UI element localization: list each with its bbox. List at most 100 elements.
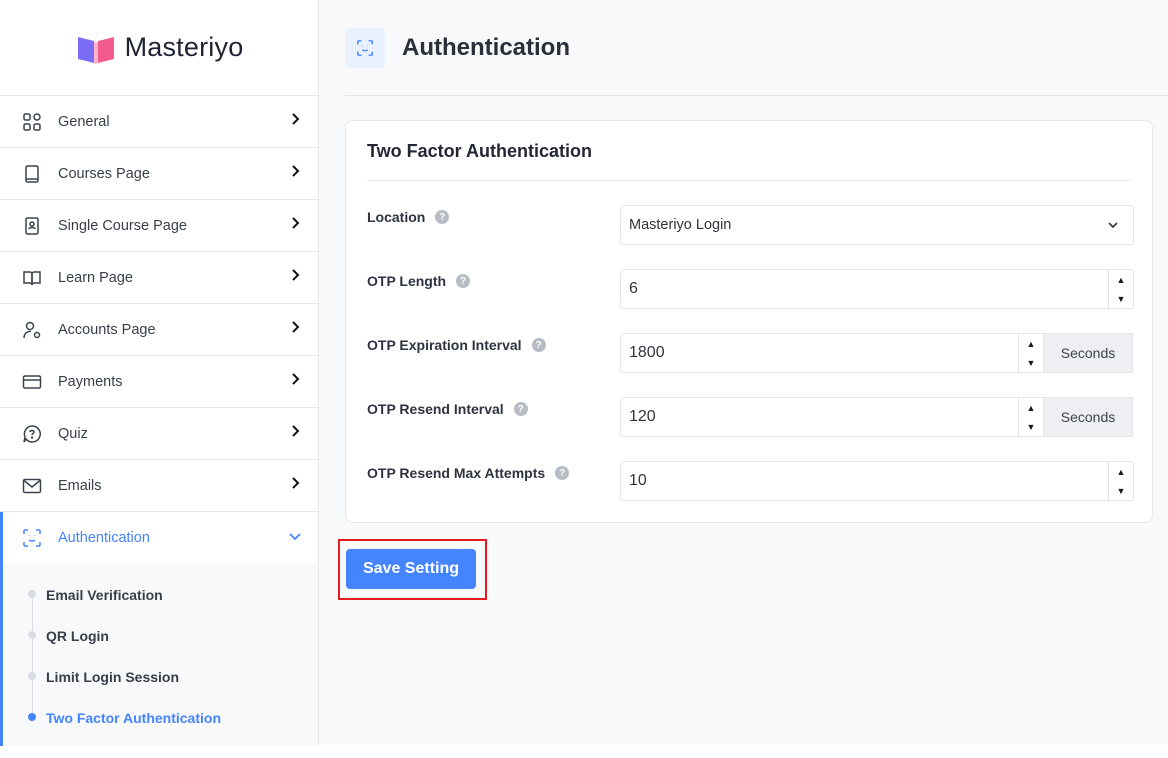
- book-icon: [22, 164, 42, 184]
- number-stepper: ▲ ▼: [1018, 334, 1043, 372]
- bullet-dot-icon: [28, 590, 36, 598]
- sidebar-item-label: Emails: [58, 477, 102, 494]
- chevron-right-icon: [288, 424, 302, 443]
- decrement-arrow-icon[interactable]: ▼: [1109, 289, 1133, 308]
- sidebar-item-learn-page[interactable]: Learn Page: [0, 252, 318, 304]
- sidebar-item-label: Authentication: [58, 530, 150, 546]
- question-chat-icon: [22, 424, 42, 444]
- otp-max-attempts-input[interactable]: 10 ▲ ▼: [620, 461, 1134, 501]
- otp-resend-input[interactable]: 120 ▲ ▼: [620, 397, 1044, 437]
- increment-arrow-icon[interactable]: ▲: [1109, 462, 1133, 481]
- location-select-value: Masteriyo Login: [629, 217, 732, 233]
- otp-length-input[interactable]: 6 ▲ ▼: [620, 269, 1134, 309]
- sidebar-item-accounts-page[interactable]: Accounts Page: [0, 304, 318, 356]
- masteriyo-logo-icon: [77, 36, 114, 64]
- location-select[interactable]: Masteriyo Login: [620, 205, 1134, 245]
- sidebar-item-label: Quiz: [58, 425, 88, 442]
- help-icon[interactable]: ?: [456, 274, 471, 288]
- grid-icon: [22, 112, 42, 132]
- otp-expiration-label: OTP Expiration Interval: [367, 337, 522, 353]
- otp-length-label: OTP Length: [367, 273, 447, 289]
- sidebar-item-authentication[interactable]: Authentication: [0, 512, 318, 564]
- sidebar-item-label: General: [58, 113, 110, 130]
- field-label: Location ?: [367, 209, 450, 225]
- face-scan-icon: [345, 27, 385, 68]
- bullet-dot-icon: [28, 713, 36, 721]
- decrement-arrow-icon[interactable]: ▼: [1019, 353, 1043, 372]
- help-icon[interactable]: ?: [555, 466, 570, 480]
- sidebar-item-courses-page[interactable]: Courses Page: [0, 148, 318, 200]
- otp-max-attempts-label: OTP Resend Max Attempts: [367, 465, 546, 481]
- increment-arrow-icon[interactable]: ▲: [1019, 398, 1043, 417]
- sidebar-item-general[interactable]: General: [0, 96, 318, 148]
- save-setting-button[interactable]: Save Setting: [346, 549, 476, 589]
- submenu-item-email-verification[interactable]: Email Verification: [3, 574, 318, 615]
- chevron-right-icon: [288, 320, 302, 339]
- help-icon[interactable]: ?: [531, 338, 546, 352]
- page-title: Authentication: [402, 33, 570, 61]
- sidebar-item-single-course-page[interactable]: Single Course Page: [0, 200, 318, 252]
- field-label: OTP Resend Interval ?: [367, 401, 528, 417]
- seconds-unit-addon: Seconds: [1044, 397, 1133, 437]
- otp-max-attempts-row: OTP Resend Max Attempts ? 10 ▲ ▼: [367, 461, 1134, 501]
- otp-expiration-row: OTP Expiration Interval ? 1800 ▲ ▼ Secon…: [367, 333, 1133, 373]
- sidebar-item-payments[interactable]: Payments: [0, 356, 318, 408]
- sidebar-item-label: Payments: [58, 373, 123, 390]
- otp-resend-row: OTP Resend Interval ? 120 ▲ ▼ Seconds: [367, 397, 1133, 437]
- otp-expiration-input[interactable]: 1800 ▲ ▼: [620, 333, 1044, 373]
- location-row: Location ? Masteriyo Login: [367, 205, 1134, 245]
- brand-logo[interactable]: Masteriyo: [0, 0, 318, 96]
- chevron-right-icon: [288, 112, 302, 131]
- sidebar-item-emails[interactable]: Emails: [0, 460, 318, 512]
- bullet-dot-icon: [28, 631, 36, 639]
- submenu-item-two-factor-authentication[interactable]: Two Factor Authentication: [3, 697, 318, 738]
- number-stepper: ▲ ▼: [1018, 398, 1043, 436]
- sidebar-item-label: Courses Page: [58, 165, 150, 182]
- sidebar-item-label: Accounts Page: [58, 321, 156, 338]
- credit-card-icon: [22, 372, 42, 392]
- sidebar-item-label: Learn Page: [58, 269, 133, 286]
- otp-length-value: 6: [629, 280, 638, 297]
- submenu-item-label: Two Factor Authentication: [46, 709, 221, 726]
- open-book-icon: [22, 268, 42, 288]
- main-content: Authentication Two Factor Authentication…: [319, 0, 1168, 745]
- decrement-arrow-icon[interactable]: ▼: [1109, 481, 1133, 500]
- field-label: OTP Length ?: [367, 273, 471, 289]
- chevron-right-icon: [288, 164, 302, 183]
- chevron-right-icon: [288, 372, 302, 391]
- field-label: OTP Expiration Interval ?: [367, 337, 546, 353]
- number-stepper: ▲ ▼: [1108, 462, 1133, 500]
- increment-arrow-icon[interactable]: ▲: [1109, 270, 1133, 289]
- otp-length-row: OTP Length ? 6 ▲ ▼: [367, 269, 1134, 309]
- submenu-item-limit-login-session[interactable]: Limit Login Session: [3, 656, 318, 697]
- chevron-down-icon: [1093, 219, 1133, 231]
- decrement-arrow-icon[interactable]: ▼: [1019, 417, 1043, 436]
- number-stepper: ▲ ▼: [1108, 270, 1133, 308]
- chevron-right-icon: [288, 476, 302, 495]
- chevron-down-icon: [288, 529, 302, 548]
- otp-expiration-value: 1800: [629, 344, 665, 361]
- submenu-item-label: Limit Login Session: [46, 668, 180, 685]
- contact-book-icon: [22, 216, 42, 236]
- location-label: Location: [367, 209, 426, 225]
- help-icon[interactable]: ?: [513, 402, 528, 416]
- chevron-right-icon: [288, 268, 302, 287]
- help-icon[interactable]: ?: [435, 210, 450, 224]
- page-header: Authentication: [345, 0, 1168, 96]
- card-title: Two Factor Authentication: [367, 141, 592, 161]
- brand-name: Masteriyo: [124, 32, 244, 62]
- otp-resend-value: 120: [629, 408, 656, 425]
- submenu-item-qr-login[interactable]: QR Login: [3, 615, 318, 656]
- mail-icon: [22, 476, 42, 496]
- sidebar-item-label: Single Course Page: [58, 217, 187, 234]
- increment-arrow-icon[interactable]: ▲: [1019, 334, 1043, 353]
- sidebar-item-quiz[interactable]: Quiz: [0, 408, 318, 460]
- two-factor-settings-card: Two Factor Authentication Location ? Mas…: [345, 120, 1153, 523]
- bullet-dot-icon: [28, 672, 36, 680]
- card-divider: [367, 180, 1131, 181]
- submenu-item-label: Email Verification: [46, 586, 163, 603]
- seconds-unit-addon: Seconds: [1044, 333, 1133, 373]
- submenu-item-label: QR Login: [46, 627, 109, 644]
- otp-max-attempts-value: 10: [629, 472, 647, 489]
- settings-sidebar: Masteriyo General Courses Page Single Co…: [0, 0, 319, 746]
